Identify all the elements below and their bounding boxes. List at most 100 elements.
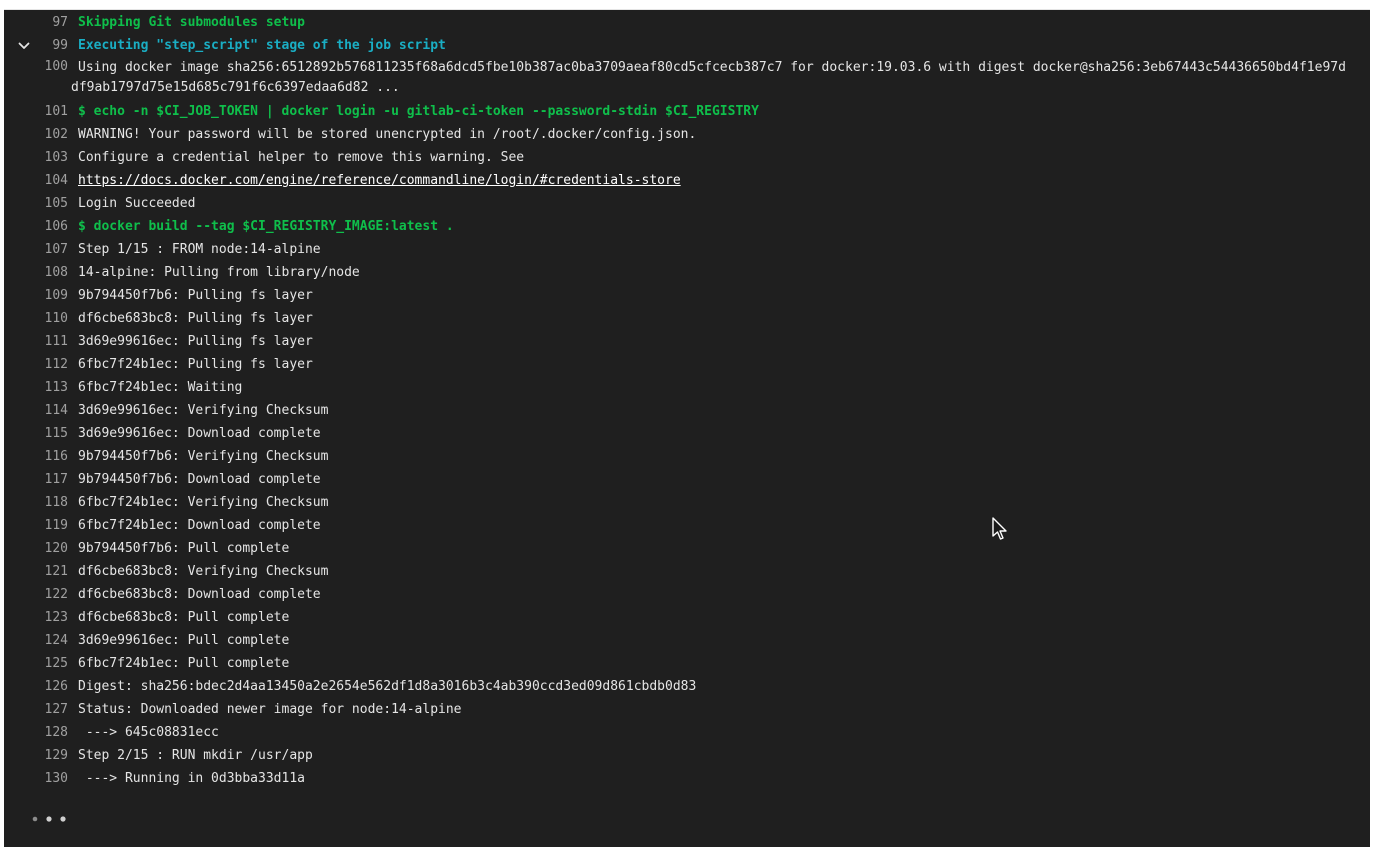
line-number[interactable]: 103: [30, 146, 68, 169]
log-line: 115 3d69e99616ec: Download complete: [4, 422, 1370, 445]
line-number[interactable]: 108: [30, 261, 68, 284]
log-text: 3d69e99616ec: Verifying Checksum: [78, 403, 329, 418]
line-number[interactable]: 119: [30, 514, 68, 537]
line-number[interactable]: 120: [30, 537, 68, 560]
log-text: 6fbc7f24b1ec: Pulling fs layer: [78, 357, 313, 372]
log-line: 116 9b794450f7b6: Verifying Checksum: [4, 445, 1370, 468]
log-text: Executing "step_script" stage of the job…: [78, 38, 446, 53]
log-line-text: df6cbe683bc8: Pulling fs layer: [78, 307, 1370, 330]
line-number[interactable]: 117: [30, 468, 68, 491]
ellipsis-icon[interactable]: [32, 812, 76, 826]
log-line: 127 Status: Downloaded newer image for no…: [4, 698, 1370, 721]
log-line: 97 Skipping Git submodules setup: [4, 11, 1370, 34]
line-number[interactable]: 129: [30, 744, 68, 767]
line-number[interactable]: 110: [30, 307, 68, 330]
line-number[interactable]: 124: [30, 629, 68, 652]
log-line: 129 Step 2/15 : RUN mkdir /usr/app: [4, 744, 1370, 767]
log-link[interactable]: https://docs.docker.com/engine/reference…: [78, 173, 681, 188]
line-number[interactable]: 112: [30, 353, 68, 376]
line-number[interactable]: 122: [30, 583, 68, 606]
log-text: 3d69e99616ec: Download complete: [78, 426, 321, 441]
line-number[interactable]: 109: [30, 284, 68, 307]
log-line: 114 3d69e99616ec: Verifying Checksum: [4, 399, 1370, 422]
line-number[interactable]: 97: [30, 11, 68, 34]
line-number[interactable]: 121: [30, 560, 68, 583]
log-text: 9b794450f7b6: Pull complete: [78, 541, 290, 556]
log-line: 130 ---> Running in 0d3bba33d11a: [4, 767, 1370, 790]
log-text: 6fbc7f24b1ec: Verifying Checksum: [78, 495, 329, 510]
log-line-text: Status: Downloaded newer image for node:…: [78, 698, 1370, 721]
log-text: Status: Downloaded newer image for node:…: [78, 702, 462, 717]
job-log: 96Checking out 578cc0e3 as master...97Sk…: [4, 0, 1370, 847]
log-line-text: Configure a credential helper to remove …: [78, 146, 1370, 169]
log-text: Digest: sha256:bdec2d4aa13450a2e2654e562…: [78, 679, 697, 694]
line-number[interactable]: 113: [30, 376, 68, 399]
log-text: Using docker image sha256:6512892b576811…: [78, 60, 1346, 75]
log-line-text: ---> Running in 0d3bba33d11a: [78, 767, 1370, 790]
log-line-text: 9b794450f7b6: Download complete: [78, 468, 1370, 491]
log-line: 103 Configure a credential helper to remo…: [4, 146, 1370, 169]
line-number[interactable]: 101: [30, 100, 68, 123]
log-line-text: WARNING! Your password will be stored un…: [78, 123, 1370, 146]
log-line: 124 3d69e99616ec: Pull complete: [4, 629, 1370, 652]
log-lines: 96Checking out 578cc0e3 as master...97Sk…: [4, 0, 1370, 790]
line-number[interactable]: 104: [30, 169, 68, 192]
line-number[interactable]: 107: [30, 238, 68, 261]
log-text: 3d69e99616ec: Pull complete: [78, 633, 290, 648]
line-number[interactable]: 100: [30, 57, 68, 77]
log-line-text: df6cbe683bc8: Download complete: [78, 583, 1370, 606]
line-number[interactable]: 115: [30, 422, 68, 445]
line-number[interactable]: 127: [30, 698, 68, 721]
log-text: $ docker build --tag $CI_REGISTRY_IMAGE:…: [78, 219, 454, 234]
line-number[interactable]: 106: [30, 215, 68, 238]
chevron-down-icon[interactable]: [17, 39, 31, 53]
log-line: 108 14-alpine: Pulling from library/node: [4, 261, 1370, 284]
log-line: 125 6fbc7f24b1ec: Pull complete: [4, 652, 1370, 675]
log-line: 106 $ docker build --tag $CI_REGISTRY_IMA…: [4, 215, 1370, 238]
log-text: 6fbc7f24b1ec: Download complete: [78, 518, 321, 533]
line-number[interactable]: 114: [30, 399, 68, 422]
log-line-text: df6cbe683bc8: Verifying Checksum: [78, 560, 1370, 583]
log-line-text: 6fbc7f24b1ec: Verifying Checksum: [78, 491, 1370, 514]
page: 96Checking out 578cc0e3 as master...97Sk…: [0, 0, 1379, 855]
log-text: Configure a credential helper to remove …: [78, 150, 525, 165]
log-text: df6cbe683bc8: Download complete: [78, 587, 321, 602]
line-number[interactable]: 118: [30, 491, 68, 514]
line-number[interactable]: 130: [30, 767, 68, 790]
log-line-text[interactable]: https://docs.docker.com/engine/reference…: [78, 169, 1370, 192]
log-line: 119 6fbc7f24b1ec: Download complete: [4, 514, 1370, 537]
log-line-text: Step 1/15 : FROM node:14-alpine: [78, 238, 1370, 261]
log-line: 104 https://docs.docker.com/engine/refere…: [4, 169, 1370, 192]
log-line-text: Using docker image sha256:6512892b576811…: [71, 58, 1370, 98]
log-text: 9b794450f7b6: Download complete: [78, 472, 321, 487]
log-text: Skipping Git submodules setup: [78, 15, 305, 30]
line-number[interactable]: 125: [30, 652, 68, 675]
line-number[interactable]: 105: [30, 192, 68, 215]
line-number[interactable]: 126: [30, 675, 68, 698]
log-line-text: 3d69e99616ec: Verifying Checksum: [78, 399, 1370, 422]
log-top-bar: [4, 0, 1370, 10]
line-number[interactable]: 116: [30, 445, 68, 468]
log-text: df6cbe683bc8: Pulling fs layer: [78, 311, 313, 326]
log-line: 109 9b794450f7b6: Pulling fs layer: [4, 284, 1370, 307]
log-text: ---> Running in 0d3bba33d11a: [78, 771, 305, 786]
log-line-text: 3d69e99616ec: Download complete: [78, 422, 1370, 445]
log-line: 111 3d69e99616ec: Pulling fs layer: [4, 330, 1370, 353]
log-line-text: 14-alpine: Pulling from library/node: [78, 261, 1370, 284]
log-text: 6fbc7f24b1ec: Waiting: [78, 380, 243, 395]
log-text-continuation: df9ab1797d75e15d685c791f6c6397edaa6d82 .…: [71, 80, 400, 95]
log-line-text: $ docker build --tag $CI_REGISTRY_IMAGE:…: [78, 215, 1370, 238]
line-number[interactable]: 111: [30, 330, 68, 353]
mouse-pointer-icon: [992, 517, 1007, 540]
log-line: 110 df6cbe683bc8: Pulling fs layer: [4, 307, 1370, 330]
log-line-text: Digest: sha256:bdec2d4aa13450a2e2654e562…: [78, 675, 1370, 698]
log-text: 3d69e99616ec: Pulling fs layer: [78, 334, 313, 349]
line-number[interactable]: 102: [30, 123, 68, 146]
log-line-text: df6cbe683bc8: Pull complete: [78, 606, 1370, 629]
log-line-text: ---> 645c08831ecc: [78, 721, 1370, 744]
line-number[interactable]: 123: [30, 606, 68, 629]
log-line-text: 6fbc7f24b1ec: Waiting: [78, 376, 1370, 399]
line-number[interactable]: 128: [30, 721, 68, 744]
log-line: 126 Digest: sha256:bdec2d4aa13450a2e2654e…: [4, 675, 1370, 698]
line-number[interactable]: 99: [30, 34, 68, 57]
